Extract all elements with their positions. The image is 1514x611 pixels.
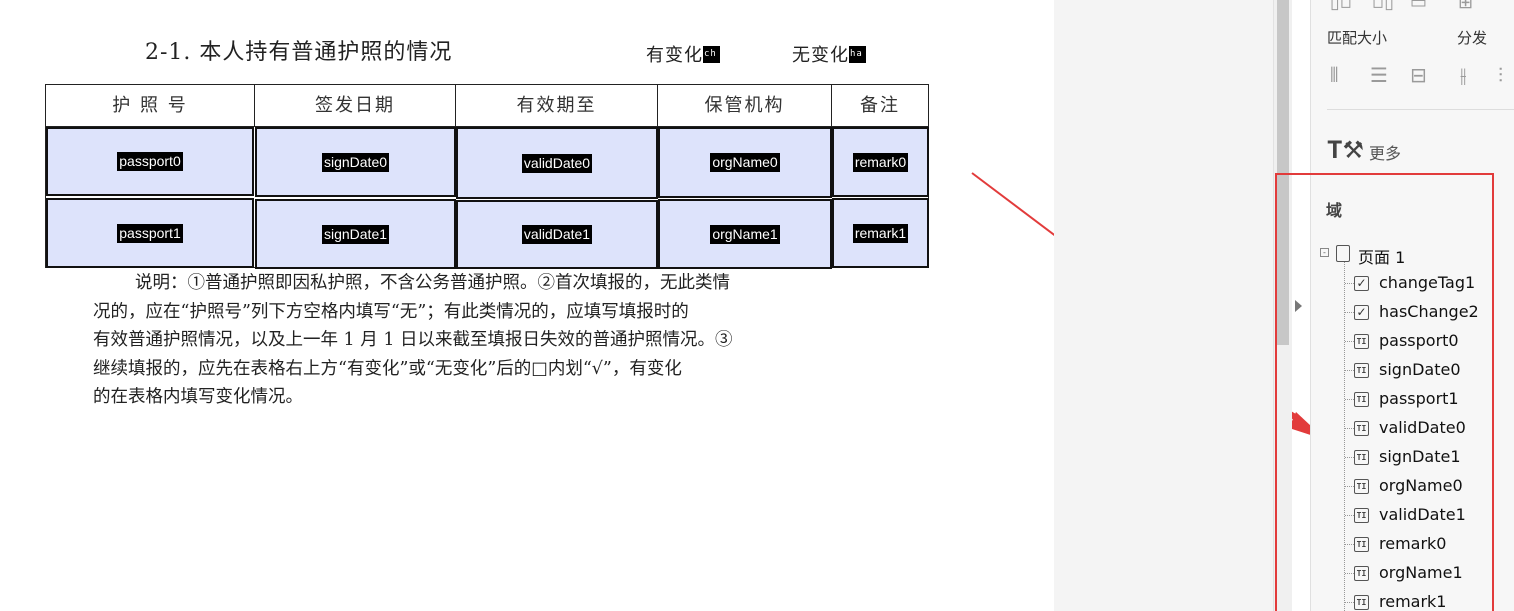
text-field-icon: TI — [1354, 421, 1369, 436]
tree-item-field[interactable]: passport0 — [1379, 331, 1459, 350]
field-name-tag: remark0 — [852, 152, 909, 172]
note-line: 有效普通护照情况，以及上一年 1 月 1 日以来截至填报日失效的普通护照情况。③ — [93, 330, 733, 351]
tree-item-field[interactable]: remark1 — [1379, 592, 1446, 611]
tree-item-field[interactable]: orgName0 — [1379, 476, 1463, 495]
match-both-icon[interactable]: ⊟ — [1410, 65, 1427, 85]
passport-table: 护 照 号 签发日期 有效期至 保管机构 备注 passport0 signDa… — [45, 84, 929, 269]
changed-checkbox-field[interactable]: ch — [703, 46, 720, 63]
field-name-tag: validDate0 — [521, 153, 593, 173]
field-name-tag: signDate0 — [321, 152, 390, 172]
tree-guide-line — [1344, 262, 1345, 611]
field-passport0[interactable]: passport0 — [46, 127, 254, 196]
match-size-label: 匹配大小 — [1327, 29, 1388, 47]
page-icon — [1336, 245, 1350, 262]
checkbox-field-icon: ✓ — [1354, 276, 1369, 291]
tree-item-field[interactable]: passport1 — [1379, 389, 1459, 408]
header-org-name: 保管机构 — [658, 85, 832, 127]
tree-guide-line — [1345, 457, 1354, 458]
match-height-icon[interactable]: ☰ — [1370, 65, 1388, 85]
text-field-icon: TI — [1354, 479, 1369, 494]
note-line: 继续填报的，应先在表格右上方“有变化”或“无变化”后的□内划“√”，有变化 — [93, 358, 682, 379]
field-name-tag: orgName1 — [710, 224, 780, 244]
tree-item-field[interactable]: hasChange2 — [1379, 302, 1479, 321]
field-validdate1[interactable]: validDate1 — [456, 200, 658, 269]
text-field-icon: TI — [1354, 595, 1369, 610]
field-name-tag: passport1 — [117, 223, 183, 243]
checkbox-field-icon: ✓ — [1354, 305, 1369, 320]
field-signdate0[interactable]: signDate0 — [255, 127, 456, 197]
tree-guide-line — [1345, 312, 1354, 313]
text-field-icon: TI — [1354, 363, 1369, 378]
text-field-icon: TI — [1354, 508, 1369, 523]
tree-guide-line — [1345, 341, 1354, 342]
tree-guide-line — [1345, 544, 1354, 545]
header-valid-date: 有效期至 — [456, 85, 658, 127]
tree-guide-line — [1345, 399, 1354, 400]
tree-guide-line — [1345, 573, 1354, 574]
tree-node-page[interactable]: 页面 1 — [1358, 244, 1405, 268]
field-orgname0[interactable]: orgName0 — [658, 127, 832, 198]
field-name-tag: signDate1 — [321, 224, 390, 244]
field-validdate0[interactable]: validDate0 — [456, 127, 658, 199]
header-passport-number: 护 照 号 — [46, 85, 255, 127]
field-name-tag: orgName0 — [710, 153, 780, 172]
tree-item-field[interactable]: signDate0 — [1379, 360, 1461, 379]
section-title: 2-1. 本人持有普通护照的情况 — [145, 40, 453, 65]
tree-item-field[interactable]: signDate1 — [1379, 447, 1461, 466]
text-field-icon: TI — [1354, 450, 1369, 465]
unchanged-option: 无变化ha — [792, 41, 866, 67]
unchanged-label: 无变化 — [792, 45, 849, 66]
text-field-icon: TI — [1354, 334, 1369, 349]
field-remark0[interactable]: remark0 — [832, 127, 929, 197]
header-remark: 备注 — [832, 85, 928, 127]
document-page: 2-1. 本人持有普通护照的情况 有变化ch 无变化ha 护 照 号 签发日期 … — [0, 0, 1054, 611]
text-field-icon: TI — [1354, 566, 1369, 581]
align-center-icon[interactable]: ▫▯ — [1372, 0, 1394, 12]
tree-item-field[interactable]: orgName1 — [1379, 563, 1463, 582]
field-signdate1[interactable]: signDate1 — [255, 199, 456, 269]
align-right-icon[interactable]: ▭ — [1410, 0, 1427, 12]
note-line: 况的，应在“护照号”列下方空格内填写“无”；有此类情况的，应填写填报时的 — [93, 301, 689, 322]
note-paragraph: 说明：①普通护照即因私护照，不含公务普通护照。②首次填报的，无此类情 况的，应在… — [93, 269, 883, 412]
field-name-tag: remark1 — [852, 223, 909, 243]
panel-divider — [1327, 109, 1514, 110]
changed-option: 有变化ch — [646, 41, 720, 67]
text-field-icon: TI — [1354, 537, 1369, 552]
note-line: 说明：①普通护照即因私护照，不含公务普通护照。②首次填报的，无此类情 — [135, 273, 730, 293]
tree-collapse-icon[interactable]: - — [1320, 248, 1329, 257]
tree-guide-line — [1345, 370, 1354, 371]
note-line: 的在表格内填写变化情况。 — [93, 387, 303, 408]
field-orgname1[interactable]: orgName1 — [658, 199, 832, 269]
changed-label: 有变化 — [646, 45, 703, 66]
tree-item-field[interactable]: remark0 — [1379, 534, 1446, 553]
distribute-label: 分发 — [1457, 29, 1488, 47]
tree-guide-line — [1345, 515, 1354, 516]
tree-item-field[interactable]: changeTag1 — [1379, 273, 1475, 292]
panel-gutter — [1054, 0, 1273, 611]
align-left-icon[interactable]: ▯▫ — [1330, 0, 1352, 12]
tools-icon[interactable]: 𝐓⚒ — [1327, 137, 1364, 163]
align-grid-icon[interactable]: ⊞ — [1458, 0, 1473, 12]
field-name-tag: passport0 — [117, 152, 183, 171]
distribute-horizontal-icon[interactable]: ⫲ — [1460, 65, 1466, 85]
unchanged-checkbox-field[interactable]: ha — [849, 46, 866, 63]
header-sign-date: 签发日期 — [255, 85, 456, 127]
fields-title: 域 — [1326, 201, 1343, 220]
tree-guide-line — [1345, 428, 1354, 429]
field-name-tag: validDate1 — [521, 225, 593, 244]
distribute-vertical-icon[interactable]: ⫶ — [1498, 65, 1503, 85]
tree-guide-line — [1345, 283, 1354, 284]
tree-item-field[interactable]: validDate0 — [1379, 418, 1466, 437]
match-width-icon[interactable]: ⫴ — [1330, 65, 1338, 85]
more-button[interactable]: 更多 — [1369, 140, 1401, 164]
tree-item-field[interactable]: validDate1 — [1379, 505, 1466, 524]
tree-guide-line — [1345, 486, 1354, 487]
field-remark1[interactable]: remark1 — [832, 198, 929, 268]
text-field-icon: TI — [1354, 392, 1369, 407]
tree-guide-line — [1345, 602, 1354, 603]
field-passport1[interactable]: passport1 — [46, 198, 254, 268]
